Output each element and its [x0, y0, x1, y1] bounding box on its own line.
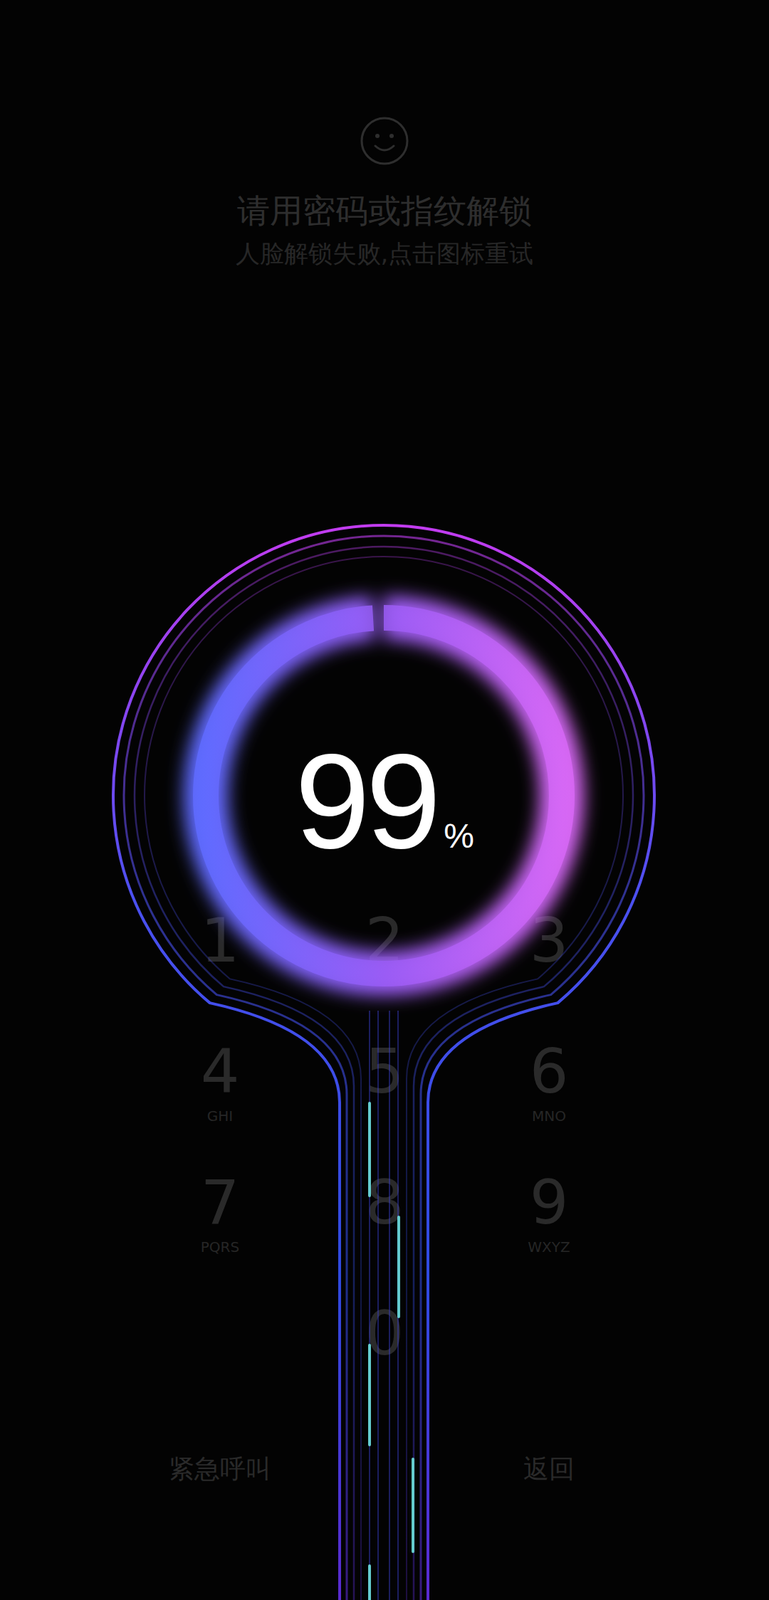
lock-screen: 请用密码或指纹解锁人脸解锁失败,点击图标重试 1 2 3 4GHI 5 6MNO 7PQRS 8…: [0, 0, 769, 1600]
unlock-subtitle[interactable]: 人脸解锁失败,点击图标重试: [235, 239, 535, 268]
key-letters: WXYZ: [527, 1238, 570, 1257]
key-digit: 6: [529, 1036, 569, 1108]
keypad-key[interactable]: 2: [302, 890, 468, 1022]
action-button[interactable]: 紧急呼叫: [138, 1450, 303, 1489]
key-letters: PQRS: [200, 1238, 240, 1257]
charging-overlay: 99%: [0, 0, 769, 1600]
key-digit: 2: [365, 904, 405, 977]
key-digit: 8: [365, 1167, 405, 1239]
keypad-key[interactable]: 3: [467, 890, 632, 1022]
key-digit: 7: [200, 1167, 240, 1239]
keypad: 1 2 3 4GHI 5 6MNO 7PQRS 8 9WXYZ 0: [138, 890, 632, 1415]
keypad-key[interactable]: 1: [138, 890, 303, 1022]
key-digit: 1: [200, 904, 240, 977]
keypad-key[interactable]: 4GHI: [138, 1021, 303, 1153]
keypad-key[interactable]: 9WXYZ: [467, 1152, 632, 1284]
action-button[interactable]: 返回: [467, 1450, 632, 1489]
key-digit: 5: [365, 1036, 405, 1108]
unlock-title: 请用密码或指纹解锁: [237, 191, 532, 231]
keypad-key[interactable]: 6MNO: [467, 1021, 632, 1153]
keypad-key[interactable]: 7PQRS: [138, 1152, 303, 1284]
key-letters: GHI: [207, 1107, 233, 1126]
key-digit: 9: [529, 1167, 569, 1239]
key-digit: 4: [200, 1036, 240, 1108]
keypad-key[interactable]: 8: [302, 1152, 468, 1284]
charge-percentage: 99%: [0, 733, 769, 869]
percent-value: 99: [294, 733, 437, 869]
key-digit: 3: [529, 904, 569, 977]
key-letters: MNO: [531, 1107, 567, 1126]
action-row: 紧急呼叫 返回: [138, 1450, 632, 1489]
percent-unit: %: [443, 819, 475, 854]
face-icon[interactable]: [359, 116, 410, 166]
key-digit: 0: [365, 1298, 405, 1370]
keypad-key[interactable]: 5: [302, 1021, 468, 1153]
keypad-key[interactable]: 0: [302, 1283, 468, 1415]
charging-animation-icon: [0, 0, 769, 1600]
